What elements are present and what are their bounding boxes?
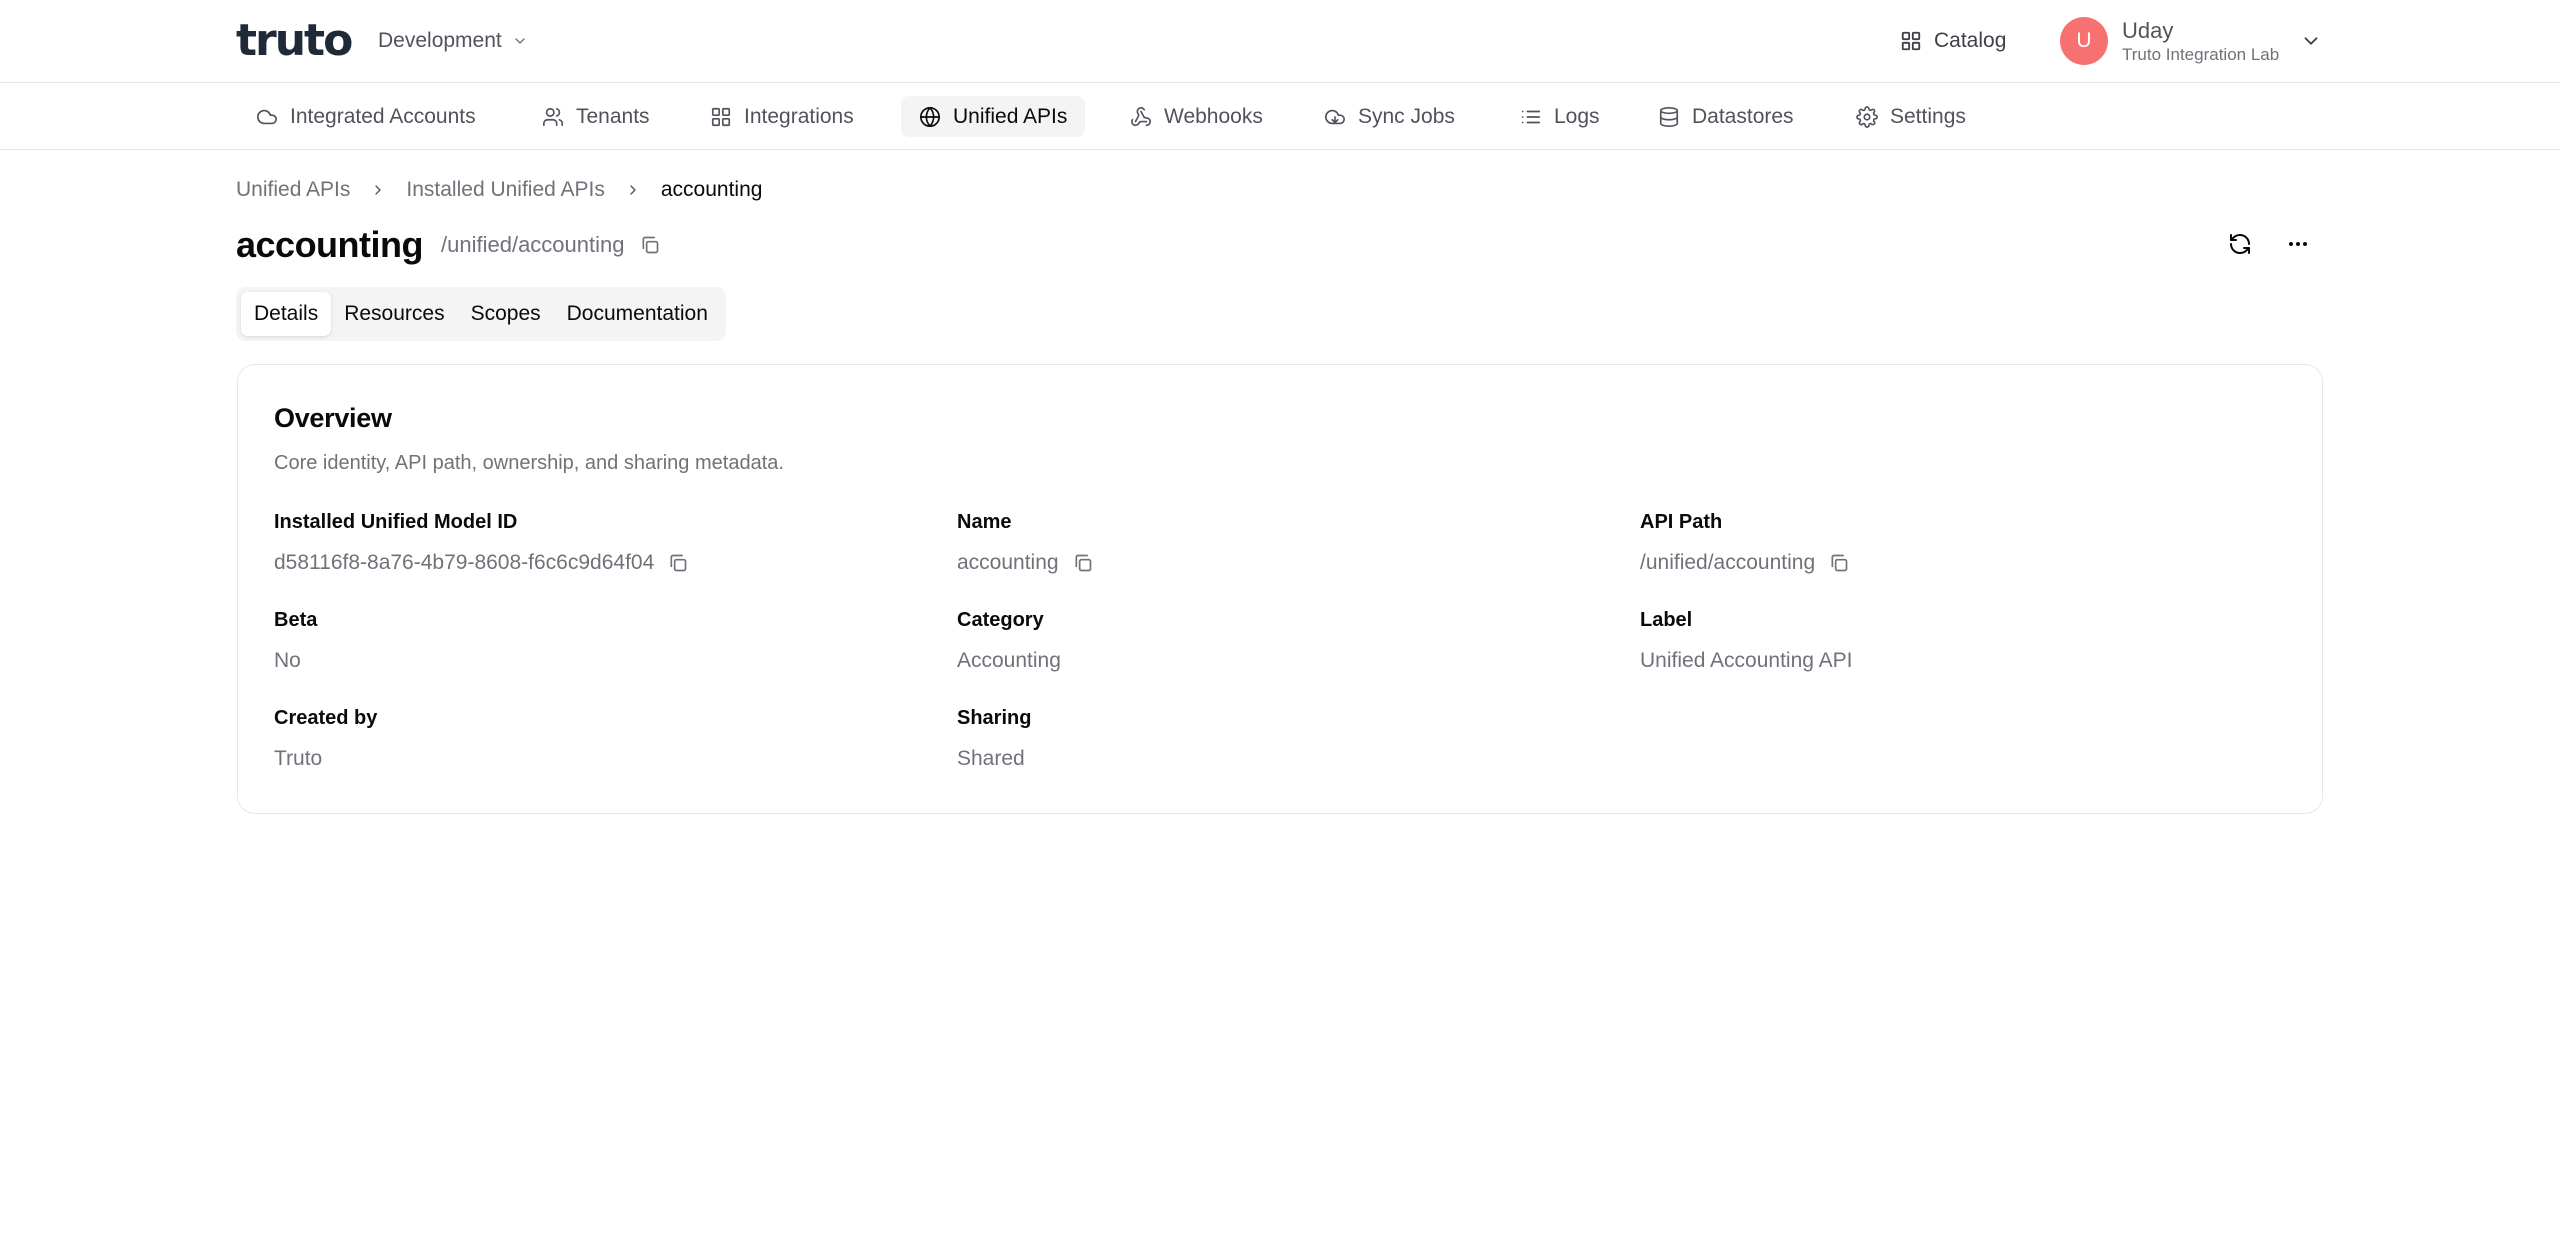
field-model-id: Installed Unified Model ID d58116f8-8a76… [274, 509, 688, 576]
environment-label: Development [378, 29, 502, 52]
nav-label: Settings [1890, 104, 1966, 128]
more-options-button[interactable] [2280, 226, 2316, 262]
nav-label: Integrations [744, 104, 854, 128]
chevron-down-icon[interactable] [2300, 30, 2322, 52]
user-menu[interactable]: U Uday Truto Integration Lab [2060, 16, 2279, 66]
copy-icon[interactable] [668, 553, 688, 573]
sharing-value: Shared [957, 747, 1025, 770]
name-value: accounting [957, 551, 1059, 574]
nav-item-tenants[interactable]: Tenants [524, 96, 668, 137]
list-icon [1521, 110, 1541, 123]
field-label: Installed Unified Model ID [274, 511, 518, 533]
copy-icon[interactable] [640, 235, 660, 255]
field-name: Name accounting [957, 509, 1093, 576]
users-icon [543, 107, 563, 126]
nav-label: Datastores [1692, 104, 1794, 128]
top-bar: truto Development Catalog U Uday Truto I… [0, 0, 2560, 83]
page-title: accounting [236, 224, 424, 265]
globe-icon [920, 106, 940, 127]
avatar-initial: U [2076, 29, 2092, 52]
tab-scopes[interactable]: Scopes [458, 292, 554, 336]
nav-label: Unified APIs [953, 104, 1068, 128]
grid-icon [711, 107, 731, 126]
field-label: Category [957, 609, 1044, 631]
nav-item-webhooks[interactable]: Webhooks [1112, 96, 1281, 137]
nav-item-sync-jobs[interactable]: Sync Jobs [1306, 96, 1473, 137]
breadcrumb-installed-unified-apis[interactable]: Installed Unified APIs [406, 178, 604, 202]
field-value: d58116f8-8a76-4b79-8608-f6c6c9d64f04 [274, 550, 688, 576]
field-label: Name [957, 511, 1012, 533]
webhook-icon [1131, 106, 1151, 126]
card-description: Core identity, API path, ownership, and … [274, 452, 784, 474]
page-header: accounting /unified/accounting [236, 222, 660, 268]
field-label: Label [1640, 609, 1693, 631]
nav-label: Webhooks [1164, 104, 1263, 128]
field-label-name: Label Unified Accounting API [1640, 607, 1852, 674]
breadcrumb-unified-apis[interactable]: Unified APIs [236, 178, 350, 202]
beta-value: No [274, 649, 301, 672]
refresh-icon [2230, 234, 2250, 254]
field-value: /unified/accounting [1640, 550, 1849, 576]
model-id-value: d58116f8-8a76-4b79-8608-f6c6c9d64f04 [274, 551, 655, 574]
main-nav: Integrated Accounts Tenants Integrations… [0, 83, 2560, 150]
nav-label: Tenants [576, 104, 650, 128]
more-horizontal-icon [2289, 242, 2307, 246]
detail-tabs: Details Resources Scopes Documentation [236, 287, 726, 341]
sync-icon [1325, 109, 1345, 124]
chevron-right-icon [370, 182, 386, 198]
nav-label: Logs [1554, 104, 1600, 128]
cloud-icon [257, 109, 277, 124]
gear-icon [1856, 105, 1878, 128]
catalog-button[interactable]: Catalog [1900, 26, 2006, 56]
grid-icon [1901, 31, 1921, 51]
label-value: Unified Accounting API [1640, 649, 1853, 672]
nav-item-logs[interactable]: Logs [1502, 96, 1618, 137]
logo-wordmark: truto [236, 15, 353, 66]
nav-item-integrated-accounts[interactable]: Integrated Accounts [238, 96, 494, 137]
created-by-value: Truto [274, 747, 323, 770]
field-created-by: Created by Truto [274, 705, 377, 772]
copy-icon[interactable] [1073, 553, 1093, 573]
user-name: Uday [2122, 18, 2174, 43]
field-label: Sharing [957, 707, 1032, 729]
tab-details[interactable]: Details [241, 292, 332, 336]
field-label: Created by [274, 707, 378, 729]
chevron-down-icon [515, 38, 525, 44]
truto-logo[interactable]: truto [236, 15, 353, 66]
user-org: Truto Integration Lab [2122, 45, 2280, 64]
nav-item-datastores[interactable]: Datastores [1640, 96, 1812, 137]
card-title: Overview [274, 403, 392, 433]
tab-resources[interactable]: Resources [331, 292, 457, 336]
field-api-path: API Path /unified/accounting [1640, 509, 1849, 576]
nav-item-integrations[interactable]: Integrations [692, 96, 872, 137]
environment-switcher[interactable]: Development [378, 26, 528, 56]
overview-card: Overview Core identity, API path, owners… [237, 364, 2323, 814]
user-meta: Uday Truto Integration Lab [2122, 17, 2279, 65]
breadcrumb: Unified APIs Installed Unified APIs acco… [236, 176, 762, 204]
field-label: API Path [1640, 511, 1723, 533]
copy-icon[interactable] [1829, 553, 1849, 573]
avatar: U [2060, 17, 2108, 65]
field-value: accounting [957, 550, 1093, 576]
nav-item-settings[interactable]: Settings [1838, 96, 1984, 137]
breadcrumb-current: accounting [660, 178, 763, 201]
catalog-label: Catalog [1934, 29, 2007, 52]
nav-item-unified-apis[interactable]: Unified APIs [901, 96, 1086, 137]
field-category: Category Accounting [957, 607, 1061, 674]
field-beta: Beta No [274, 607, 317, 674]
nav-label: Sync Jobs [1358, 104, 1455, 128]
category-value: Accounting [957, 649, 1061, 672]
database-icon [1659, 106, 1679, 127]
chevron-right-icon [625, 182, 641, 198]
page-api-path: /unified/accounting [441, 232, 625, 257]
field-sharing: Sharing Shared [957, 705, 1031, 772]
refresh-button[interactable] [2222, 226, 2258, 262]
api-path-value: /unified/accounting [1640, 551, 1816, 574]
nav-label: Integrated Accounts [290, 104, 476, 128]
field-label: Beta [274, 609, 318, 631]
tab-documentation[interactable]: Documentation [554, 292, 721, 336]
